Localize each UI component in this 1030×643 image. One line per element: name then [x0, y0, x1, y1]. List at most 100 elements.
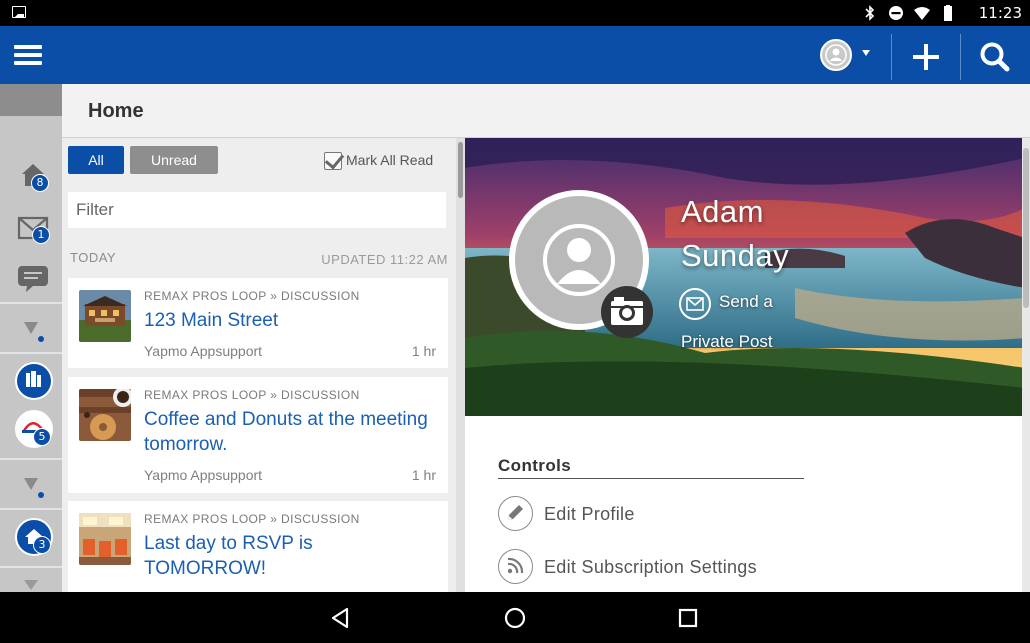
home-badge: 8	[31, 174, 49, 192]
profile-panel: Adam Sunday Send a Private Post Controls	[465, 138, 1030, 592]
filter-unread-tab[interactable]: Unread	[130, 146, 218, 174]
filter-all-tab[interactable]: All	[68, 146, 124, 174]
profile-scrollbar[interactable]	[1022, 138, 1030, 592]
change-photo-button[interactable]	[601, 286, 653, 338]
rail-item-office[interactable]	[0, 362, 62, 406]
divider	[891, 34, 892, 80]
profile-first-name: Adam	[681, 194, 764, 229]
checkbox-icon	[324, 152, 342, 170]
divider	[498, 478, 804, 479]
do-not-disturb-icon	[889, 6, 903, 20]
filter-input[interactable]	[68, 192, 446, 228]
scrollbar-thumb[interactable]	[1023, 148, 1029, 308]
bluetooth-icon	[865, 5, 875, 21]
rail-item-chat[interactable]	[0, 260, 62, 296]
mail-icon	[17, 216, 49, 240]
section-today-label: TODAY	[70, 250, 117, 265]
building-icon	[26, 371, 41, 387]
rail-item-mail[interactable]: 1	[0, 210, 62, 250]
left-rail: 8 1 5 3	[0, 84, 62, 592]
page-header: Home	[62, 84, 1030, 138]
post-title[interactable]: 123 Main Street	[144, 308, 434, 333]
divider	[960, 34, 961, 80]
post-breadcrumb: REMAX PROS LOOP » DISCUSSION	[144, 388, 360, 402]
profile-last-name: Sunday	[681, 238, 790, 273]
edit-subscription-settings-label: Edit Subscription Settings	[544, 557, 757, 577]
menu-button[interactable]	[14, 43, 44, 67]
search-button[interactable]	[970, 34, 1020, 80]
feed-scrollbar[interactable]	[456, 138, 465, 592]
home-button[interactable]	[500, 603, 530, 633]
feed-item[interactable]: REMAX PROS LOOP » DISCUSSION 123 Main St…	[68, 278, 448, 368]
recents-button[interactable]	[673, 603, 703, 633]
rss-icon	[498, 549, 533, 584]
feed-item[interactable]: REMAX PROS LOOP » DISCUSSION Last day to…	[68, 501, 448, 592]
post-title[interactable]: Coffee and Donuts at the meeting tomorro…	[144, 407, 434, 457]
activity-feed: All Unread Mark All Read TODAY UPDATED 1…	[62, 138, 456, 592]
clock: 11:23	[978, 4, 1022, 22]
post-thumbnail	[79, 389, 131, 441]
post-breadcrumb: REMAX PROS LOOP » DISCUSSION	[144, 289, 360, 303]
rail-item-property[interactable]: 3	[0, 518, 62, 562]
divider	[0, 302, 62, 304]
chevron-down-icon	[24, 580, 38, 590]
mail-circle-icon	[679, 288, 711, 320]
rail-filter-toggle[interactable]	[0, 316, 62, 350]
edit-profile-button[interactable]: Edit Profile	[498, 496, 818, 532]
status-icons	[862, 4, 956, 22]
divider	[0, 566, 62, 568]
scrollbar-thumb[interactable]	[458, 142, 463, 198]
edit-subscription-settings-button[interactable]: Edit Subscription Settings	[498, 549, 818, 585]
house-badge: 3	[33, 536, 51, 554]
user-silhouette-icon	[825, 44, 847, 66]
send-a-label: Send a	[719, 292, 773, 311]
edit-profile-label: Edit Profile	[544, 504, 635, 524]
post-author: Yapmo Appsupport	[144, 467, 263, 483]
rail-filter-toggle-2[interactable]	[0, 472, 62, 506]
battery-icon	[944, 5, 952, 21]
updated-timestamp: UPDATED 11:22 AM	[321, 252, 448, 267]
divider	[0, 352, 62, 354]
wifi-icon	[914, 7, 930, 20]
feed-item[interactable]: REMAX PROS LOOP » DISCUSSION Coffee and …	[68, 377, 448, 493]
post-thumbnail	[79, 290, 131, 342]
send-private-post-button[interactable]: Send a Private Post	[679, 288, 849, 351]
rail-item-remax[interactable]: 5	[0, 410, 62, 454]
divider	[0, 458, 62, 460]
post-breadcrumb: REMAX PROS LOOP » DISCUSSION	[144, 512, 360, 526]
account-menu-button[interactable]	[818, 38, 880, 72]
recents-square-icon	[678, 608, 698, 628]
status-bar: 11:23	[0, 0, 1030, 26]
remax-badge: 5	[33, 428, 51, 446]
search-icon	[980, 42, 1010, 72]
post-title[interactable]: Last day to RSVP is TOMORROW!	[144, 531, 434, 581]
post-author: Yapmo Appsupport	[144, 343, 263, 359]
hamburger-icon	[14, 45, 42, 49]
rail-header	[0, 84, 62, 116]
image-notification-icon	[12, 6, 26, 18]
system-nav-bar	[0, 592, 1030, 643]
app-root: 11:23 8 1 5 3 Home All Unread Mark All R…	[0, 0, 1030, 643]
avatar	[820, 39, 852, 71]
pencil-icon	[498, 496, 533, 531]
post-age: 1 hr	[411, 467, 436, 483]
page-title: Home	[88, 100, 144, 122]
mark-all-read-label: Mark All Read	[346, 152, 434, 168]
home-circle-icon	[504, 607, 526, 629]
cover-photo: Adam Sunday Send a Private Post	[465, 138, 1025, 416]
rail-item-home[interactable]: 8	[0, 156, 62, 196]
rail-more[interactable]	[0, 574, 62, 592]
mail-badge: 1	[32, 226, 50, 244]
post-age: 1 hr	[411, 343, 436, 359]
app-bar	[0, 26, 1030, 84]
private-post-label: Private Post	[681, 332, 773, 351]
chat-bubble-icon	[18, 266, 48, 292]
back-triangle-icon	[331, 607, 349, 629]
back-button[interactable]	[326, 603, 356, 633]
chevron-down-icon	[862, 50, 870, 56]
post-thumbnail	[79, 513, 131, 565]
add-button[interactable]	[902, 34, 950, 80]
divider	[0, 508, 62, 510]
home-icon	[22, 164, 44, 186]
camera-icon	[611, 297, 643, 325]
